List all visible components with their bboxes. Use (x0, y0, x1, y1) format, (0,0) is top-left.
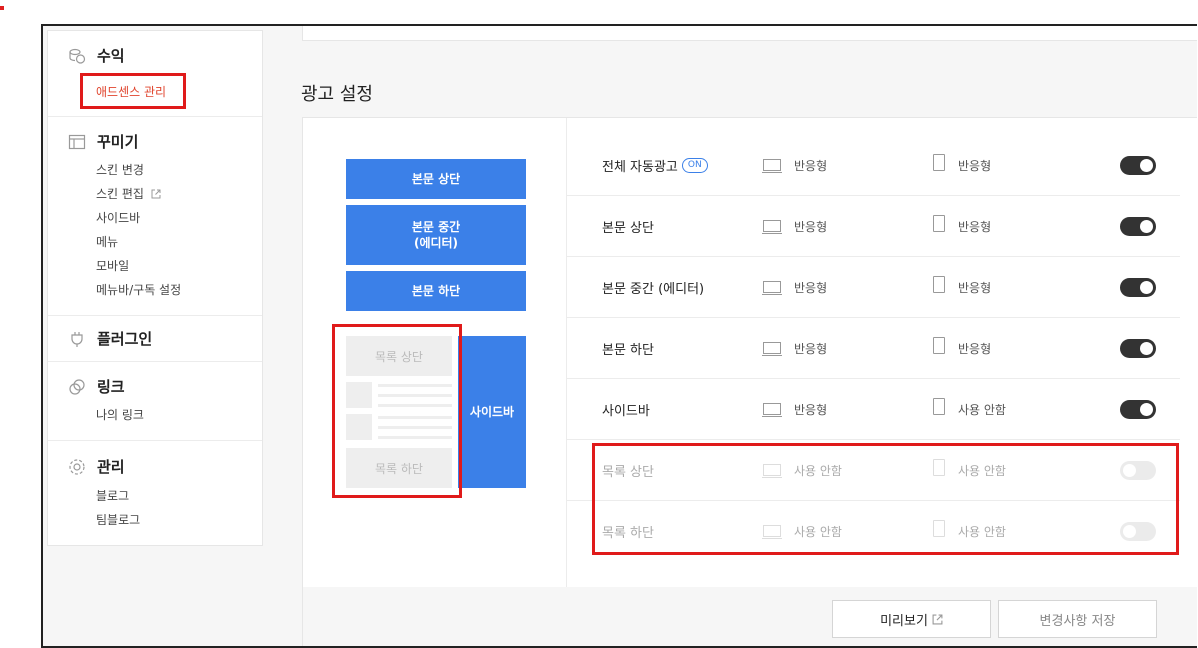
ad-row-label: 본문 상단 (602, 221, 654, 236)
sidebar-section-decorate: 꾸미기 스킨 변경 스킨 편집 사이드바 메뉴 모바일 메뉴바/구독 설정 (48, 116, 262, 316)
ad-row-toggle[interactable] (1120, 217, 1156, 236)
ad-row-label: 본문 하단 (602, 343, 654, 358)
desktop-icon (762, 342, 782, 356)
save-changes-button[interactable]: 변경사항 저장 (998, 600, 1157, 638)
footer-bar: 미리보기 변경사항 저장 (302, 587, 1197, 646)
ad-row-mobile-value[interactable]: 반응형 (958, 218, 991, 235)
ad-settings-panel: 본문 상단 본문 중간 (에디터) 본문 하단 사이드바 목록 상단 목록 하단… (302, 117, 1197, 589)
sidebar-item-blog[interactable]: 블로그 (96, 487, 129, 504)
ad-row-mobile-value[interactable]: 반응형 (958, 279, 991, 296)
external-link-icon (932, 614, 943, 625)
toggle-knob (1140, 159, 1153, 172)
coins-icon (68, 47, 86, 65)
sidebar-item-label: 스킨 편집 (96, 187, 144, 201)
ad-row-pc-value[interactable]: 반응형 (794, 340, 827, 357)
ad-row-label: 사이드바 (602, 404, 650, 419)
highlight-box-list-preview (332, 324, 462, 498)
ad-row-body-top: 본문 상단 반응형 반응형 (566, 196, 1180, 257)
mobile-icon (933, 398, 945, 415)
sidebar-head-link[interactable]: 링크 (68, 376, 125, 397)
mobile-icon (933, 337, 945, 354)
ad-row-mobile-value[interactable]: 반응형 (958, 340, 991, 357)
desktop-icon (762, 281, 782, 295)
sidebar-item-menubar[interactable]: 메뉴바/구독 설정 (96, 281, 181, 298)
mobile-icon (933, 276, 945, 293)
desktop-icon (762, 159, 782, 173)
ad-placement-preview: 본문 상단 본문 중간 (에디터) 본문 하단 사이드바 목록 상단 목록 하단 (303, 118, 567, 588)
sidebar-head-manage[interactable]: 관리 (68, 456, 125, 477)
sidebar-section-plugin: 플러그인 (48, 315, 262, 362)
gear-icon (68, 458, 86, 476)
ad-row-auto: 전체 자동광고 ON 반응형 반응형 (566, 135, 1180, 196)
sidebar-title-plugin: 플러그인 (97, 330, 153, 348)
ad-row-pc-value[interactable]: 반응형 (794, 157, 827, 174)
sidebar-item-mobile[interactable]: 모바일 (96, 257, 129, 274)
mobile-icon (933, 215, 945, 232)
plug-icon (68, 330, 86, 348)
sidebar-section-link: 링크 나의 링크 (48, 361, 262, 441)
preview-body-middle-line2: (에디터) (413, 236, 459, 250)
layout-icon (68, 133, 86, 151)
sidebar-item-skin-change[interactable]: 스킨 변경 (96, 161, 144, 178)
sidebar-title-decorate: 꾸미기 (97, 133, 139, 151)
sidebar-title-link: 링크 (97, 378, 125, 396)
page-title: 광고 설정 (301, 84, 373, 105)
ad-row-toggle[interactable] (1120, 278, 1156, 297)
preview-sidebar: 사이드바 (458, 336, 526, 488)
sidebar-title-manage: 관리 (97, 458, 125, 476)
ad-row-body-middle: 본문 중간 (에디터) 반응형 반응형 (566, 257, 1180, 318)
desktop-icon (762, 403, 782, 417)
ad-row-mobile-value[interactable]: 사용 안함 (958, 401, 1006, 418)
mobile-icon (933, 154, 945, 171)
app-frame: 수익 애드센스 관리 꾸미기 스킨 변경 스킨 편집 사이드바 메뉴 모바일 메… (41, 24, 1197, 648)
sidebar-title-revenue: 수익 (97, 47, 125, 65)
highlight-box-list-rows (592, 443, 1179, 555)
preview-button[interactable]: 미리보기 (832, 600, 991, 638)
ad-row-toggle[interactable] (1120, 156, 1156, 175)
ad-row-pc-value[interactable]: 반응형 (794, 218, 827, 235)
toggle-knob (1140, 342, 1153, 355)
ad-row-label: 전체 자동광고 ON (602, 156, 708, 175)
preview-button-label: 미리보기 (880, 613, 928, 629)
ad-row-sidebar: 사이드바 반응형 사용 안함 (566, 379, 1180, 440)
desktop-icon (762, 220, 782, 234)
ad-row-label: 본문 중간 (에디터) (602, 282, 705, 297)
preview-body-bottom: 본문 하단 (346, 271, 526, 311)
preview-body-middle-line1: 본문 중간 (411, 220, 461, 234)
preview-body-middle: 본문 중간 (에디터) (346, 205, 526, 265)
ad-row-body-bottom: 본문 하단 반응형 반응형 (566, 318, 1180, 379)
sidebar-item-skin-edit[interactable]: 스킨 편집 (96, 185, 161, 202)
sidebar: 수익 애드센스 관리 꾸미기 스킨 변경 스킨 편집 사이드바 메뉴 모바일 메… (47, 30, 263, 546)
preview-body-top: 본문 상단 (346, 159, 526, 199)
sidebar-item-menu[interactable]: 메뉴 (96, 233, 118, 250)
ad-row-mobile-value[interactable]: 반응형 (958, 157, 991, 174)
sidebar-head-revenue[interactable]: 수익 (68, 45, 125, 66)
on-badge: ON (681, 158, 708, 173)
toggle-knob (1140, 403, 1153, 416)
sidebar-item-my-link[interactable]: 나의 링크 (96, 406, 144, 423)
toggle-knob (1140, 281, 1153, 294)
ad-row-pc-value[interactable]: 반응형 (794, 279, 827, 296)
ad-row-toggle[interactable] (1120, 400, 1156, 419)
sidebar-item-team-blog[interactable]: 팀블로그 (96, 511, 140, 528)
sidebar-section-manage: 관리 블로그 팀블로그 (48, 440, 262, 544)
ad-row-pc-value[interactable]: 반응형 (794, 401, 827, 418)
red-marker-dot (0, 6, 4, 10)
sidebar-item-sidebar[interactable]: 사이드바 (96, 209, 140, 226)
sidebar-head-plugin[interactable]: 플러그인 (68, 328, 152, 349)
external-link-icon (151, 188, 161, 202)
previous-panel-edge (302, 26, 1197, 41)
ad-row-toggle[interactable] (1120, 339, 1156, 358)
highlight-box-adsense (80, 73, 186, 109)
sidebar-head-decorate[interactable]: 꾸미기 (68, 131, 138, 152)
ad-row-label-text: 전체 자동광고 (602, 160, 678, 175)
toggle-knob (1140, 220, 1153, 233)
link-icon (68, 378, 86, 396)
